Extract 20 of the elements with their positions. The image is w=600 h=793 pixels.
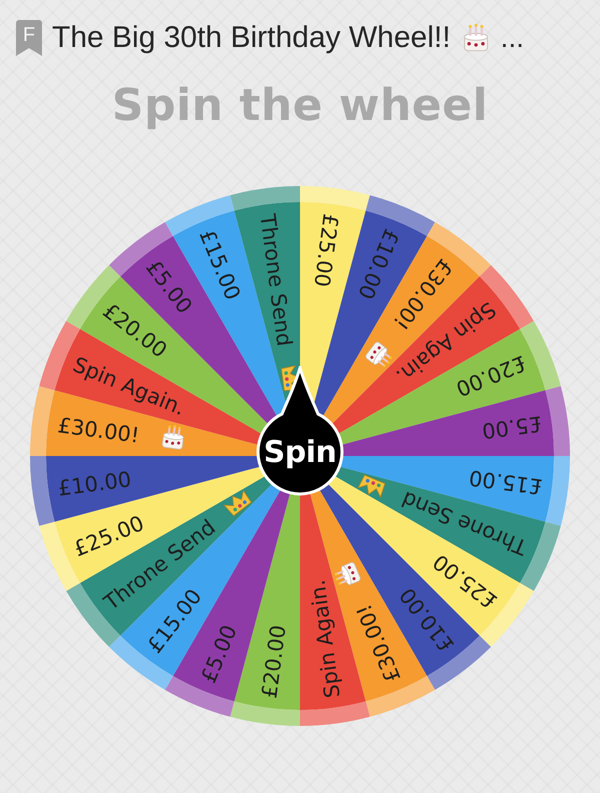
cake-icon <box>162 425 184 450</box>
segment-label: £20.00 <box>257 624 291 700</box>
crown-icon <box>358 474 386 498</box>
wheel-heading: Spin the wheel <box>112 79 488 133</box>
segment-label: Spin Again. <box>305 578 345 700</box>
crown-icon <box>223 490 252 516</box>
segment-label: £25.00 <box>309 212 343 288</box>
segment-label: £10.00 <box>56 467 133 501</box>
segment-label: £30.00! <box>56 413 141 448</box>
title-ellipsis: ... <box>500 22 524 54</box>
segment-label: £5.00 <box>196 622 242 686</box>
cake-icon <box>334 561 362 586</box>
segment-label: £15.00 <box>468 465 544 499</box>
cake-icon <box>464 24 488 52</box>
bookmark-badge: F <box>16 20 42 56</box>
cake-icon <box>364 340 392 368</box>
segment-label: £5.00 <box>480 411 544 443</box>
spin-button[interactable]: Spin <box>256 366 344 496</box>
segment-label: Throne Send <box>255 212 296 348</box>
page-title: The Big 30th Birthday Wheel!! <box>52 21 451 55</box>
